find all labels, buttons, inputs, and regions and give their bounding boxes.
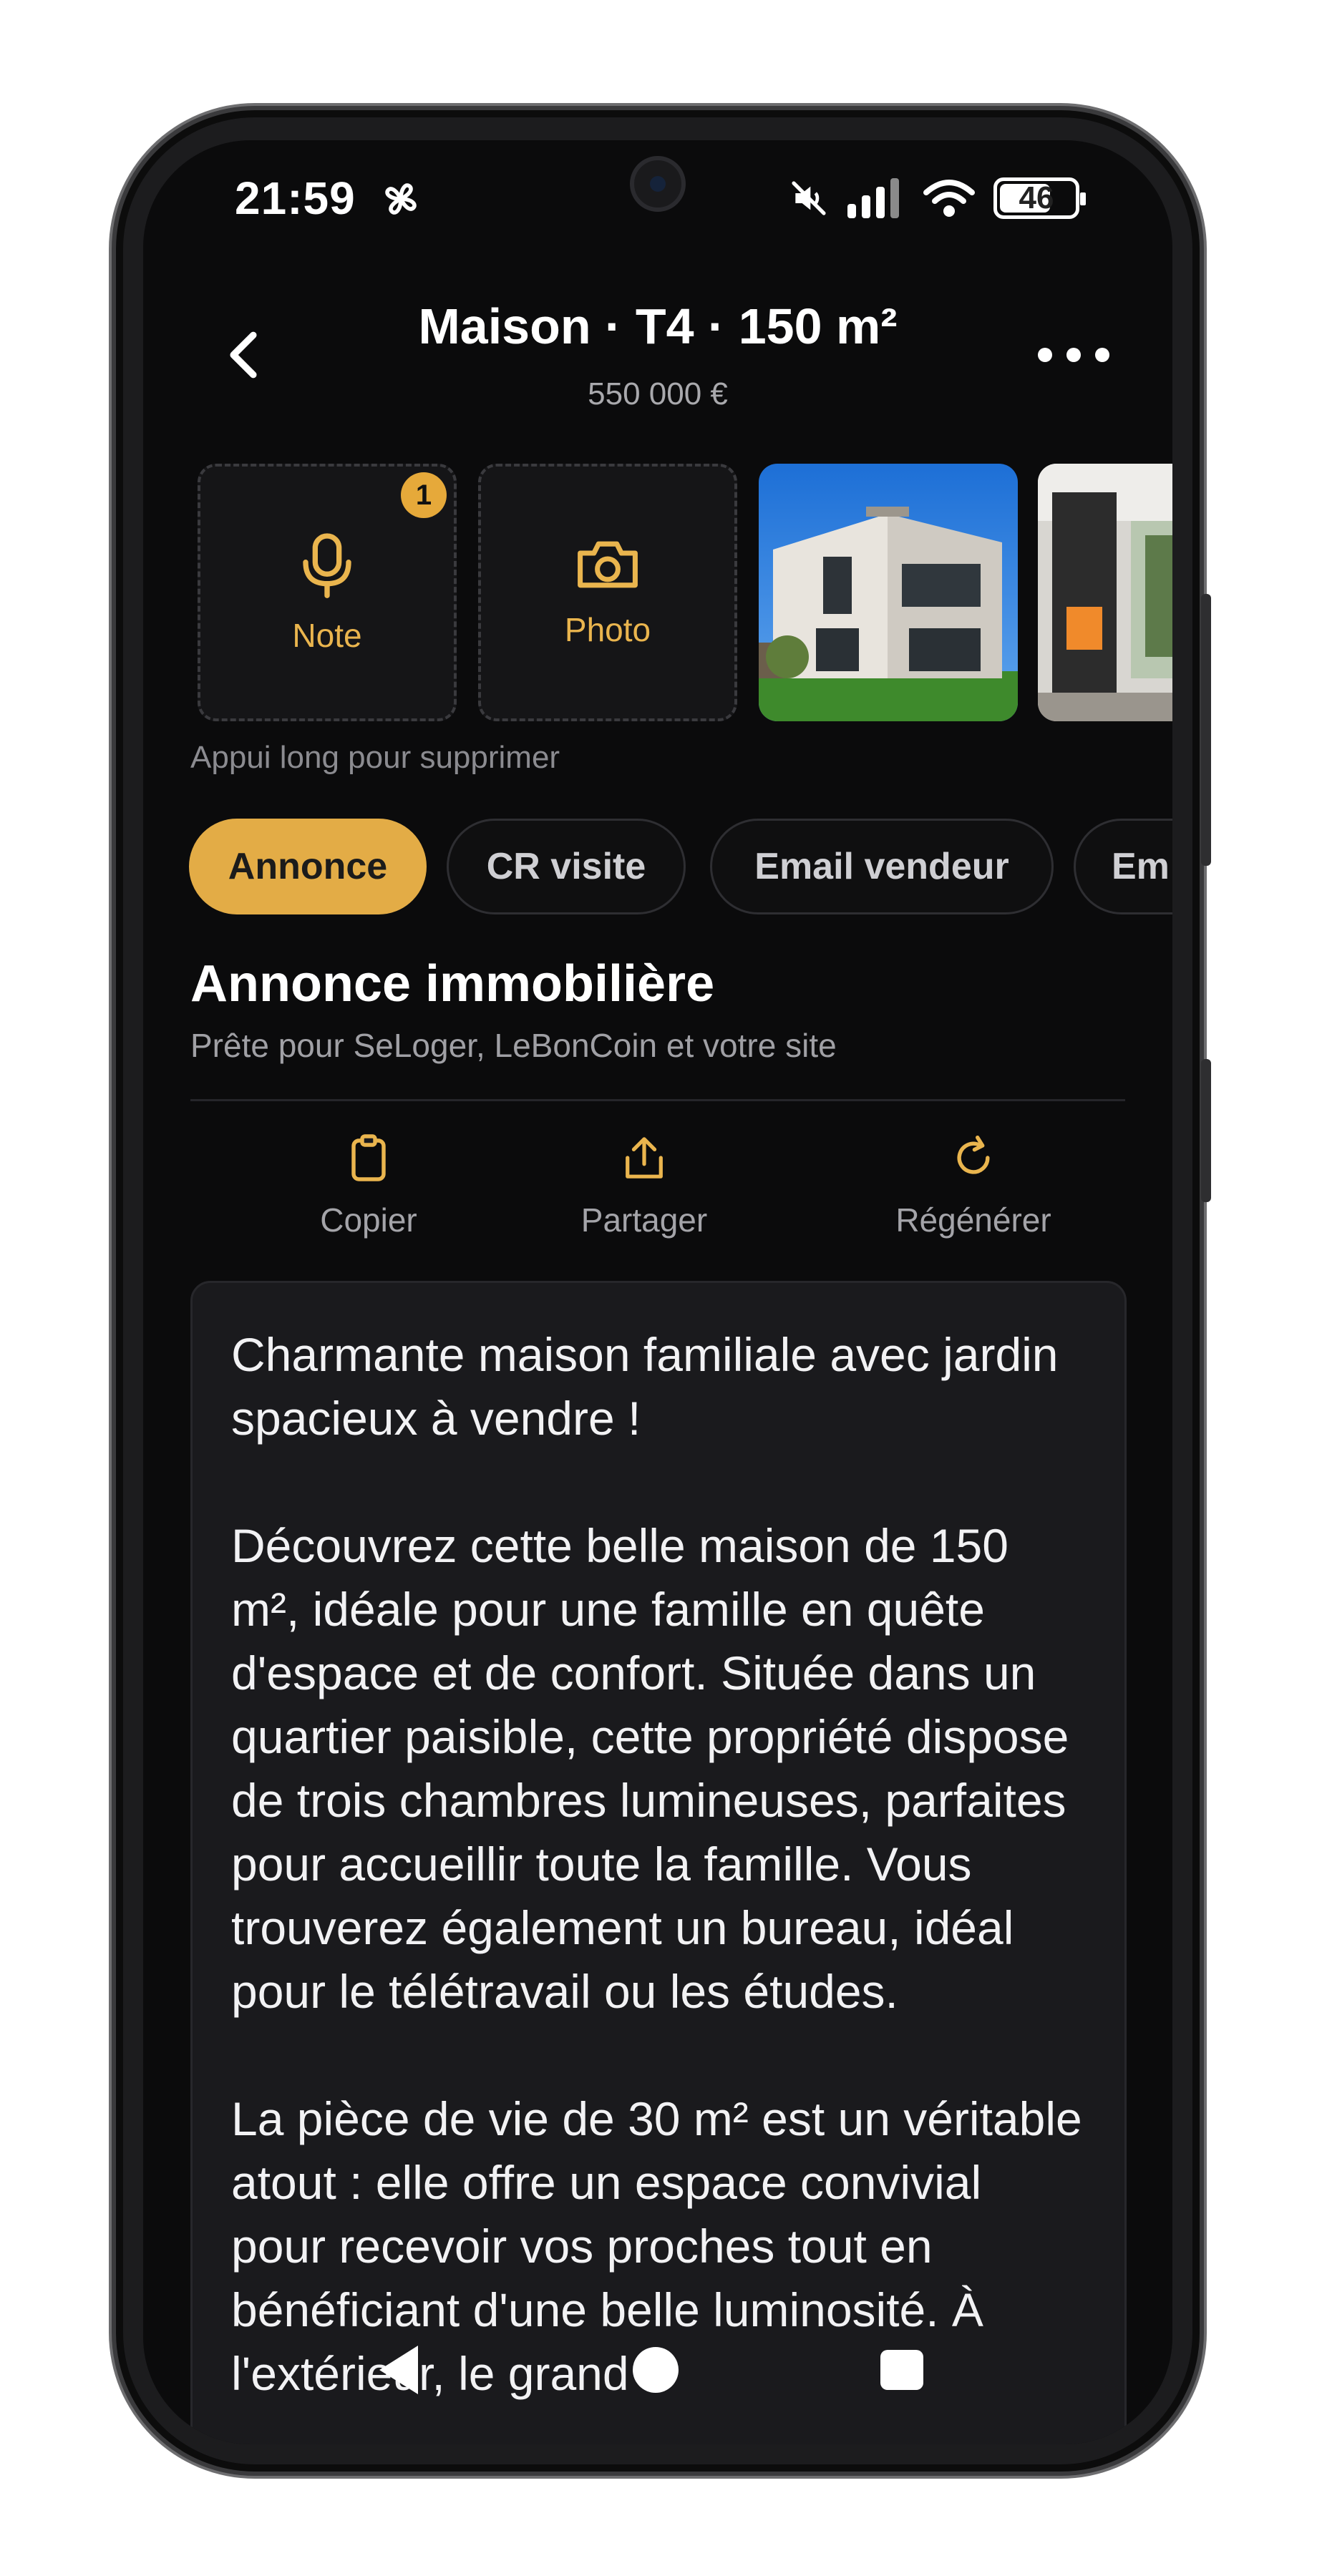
tab-email-vendeur[interactable]: Email vendeur — [710, 819, 1054, 914]
mute-icon — [792, 181, 826, 215]
back-button[interactable] — [215, 326, 272, 384]
copy-button[interactable]: Copier — [265, 1132, 472, 1239]
share-label: Partager — [580, 1201, 708, 1239]
property-price: 550 000 € — [588, 376, 728, 411]
nav-recents-icon[interactable] — [880, 2350, 923, 2390]
nav-back-icon[interactable] — [379, 2346, 418, 2394]
listing-paragraph: Charmante maison familiale avec jardin s… — [231, 1328, 1059, 1445]
note-count-badge: 1 — [401, 472, 447, 518]
more-dot-icon — [1095, 348, 1109, 362]
volume-button — [1201, 594, 1211, 866]
divider — [190, 1099, 1125, 1101]
signal-icon — [847, 178, 899, 218]
battery-icon: 46 — [993, 177, 1086, 219]
system-nav-bar — [143, 2337, 1172, 2401]
battery-level: 46 — [1019, 180, 1054, 215]
share-button[interactable]: Partager — [523, 1132, 766, 1239]
microphone-icon — [303, 533, 351, 598]
listing-text-card[interactable]: Charmante maison familiale avec jardin s… — [190, 1281, 1127, 2444]
note-label: Note — [292, 617, 362, 654]
more-options-button[interactable] — [1038, 333, 1109, 376]
long-press-hint: Appui long pour supprimer — [190, 740, 560, 775]
section-title: Annonce immobilière — [190, 955, 715, 1013]
regenerate-label: Régénérer — [895, 1201, 1051, 1239]
voice-note-tile[interactable]: Note 1 — [198, 464, 457, 721]
house-exterior-photo[interactable] — [759, 464, 1018, 721]
wifi-icon — [923, 180, 975, 217]
tab-cr-visite[interactable]: CR visite — [447, 819, 686, 914]
more-dot-icon — [1066, 348, 1081, 362]
app-screen: 21:59 46 Maison · T4 · 150 m² 550 000 € … — [143, 140, 1172, 2444]
chevron-left-icon — [230, 331, 257, 379]
add-photo-tile[interactable]: Photo — [478, 464, 737, 721]
nav-home-icon[interactable] — [633, 2347, 679, 2393]
share-icon — [626, 1137, 663, 1179]
house-interior-photo[interactable] — [1038, 464, 1172, 721]
regenerate-button[interactable]: Régénérer — [837, 1132, 1109, 1239]
fan-icon — [385, 183, 417, 215]
page-title: Maison · T4 · 150 m² — [418, 298, 898, 354]
status-icons: 46 — [789, 177, 1086, 219]
photo-label: Photo — [564, 611, 651, 648]
power-button — [1201, 1059, 1211, 1202]
front-camera — [630, 156, 686, 212]
clipboard-icon — [351, 1134, 386, 1181]
more-dot-icon — [1038, 348, 1052, 362]
refresh-icon — [957, 1135, 990, 1174]
listing-paragraph: Découvrez cette belle maison de 150 m², … — [231, 1519, 1069, 2018]
camera-icon — [578, 541, 638, 588]
tab-email-partial[interactable]: Em — [1074, 819, 1172, 914]
status-time: 21:59 — [235, 172, 356, 224]
section-subtitle: Prête pour SeLoger, LeBonCoin et votre s… — [190, 1027, 837, 1064]
tab-annonce[interactable]: Annonce — [189, 819, 427, 914]
copy-label: Copier — [320, 1201, 417, 1239]
